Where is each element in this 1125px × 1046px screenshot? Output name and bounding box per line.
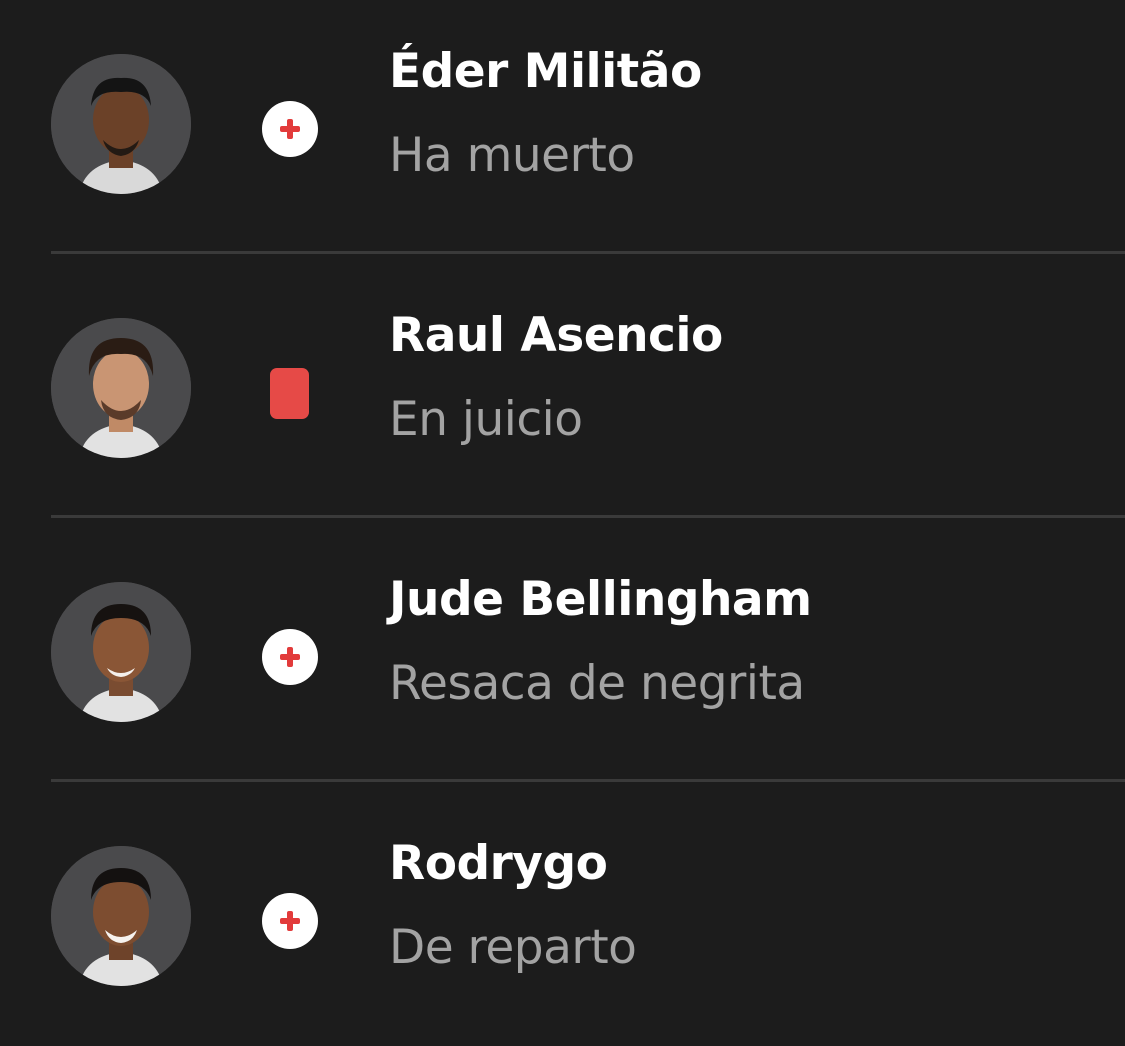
list-item[interactable]: Jude Bellingham Resaca de negrita bbox=[0, 520, 1125, 782]
player-avatar bbox=[51, 318, 191, 458]
player-avatar bbox=[51, 54, 191, 194]
divider bbox=[51, 251, 1125, 254]
list-item[interactable]: Rodrygo De reparto bbox=[0, 784, 1125, 1046]
player-status-text: En juicio bbox=[389, 392, 583, 447]
status-indicator bbox=[259, 890, 321, 952]
red-card-icon bbox=[270, 368, 309, 419]
status-indicator bbox=[259, 362, 321, 424]
player-status-list: Éder Militão Ha muerto Raul Asencio En j… bbox=[0, 0, 1125, 1033]
injury-cross-icon bbox=[262, 629, 318, 685]
list-item[interactable]: Éder Militão Ha muerto bbox=[0, 0, 1125, 254]
divider bbox=[51, 515, 1125, 518]
injury-cross-icon bbox=[262, 893, 318, 949]
player-status-text: De reparto bbox=[389, 920, 637, 975]
list-item[interactable]: Raul Asencio En juicio bbox=[0, 256, 1125, 518]
injury-cross-icon bbox=[262, 101, 318, 157]
player-avatar bbox=[51, 582, 191, 722]
status-indicator bbox=[259, 626, 321, 688]
player-name: Jude Bellingham bbox=[389, 572, 812, 627]
player-name: Raul Asencio bbox=[389, 308, 723, 363]
player-status-text: Resaca de negrita bbox=[389, 656, 805, 711]
player-name: Éder Militão bbox=[389, 44, 702, 99]
player-avatar bbox=[51, 846, 191, 986]
player-name: Rodrygo bbox=[389, 836, 608, 891]
status-indicator bbox=[259, 98, 321, 160]
player-status-text: Ha muerto bbox=[389, 128, 635, 183]
divider bbox=[51, 779, 1125, 782]
